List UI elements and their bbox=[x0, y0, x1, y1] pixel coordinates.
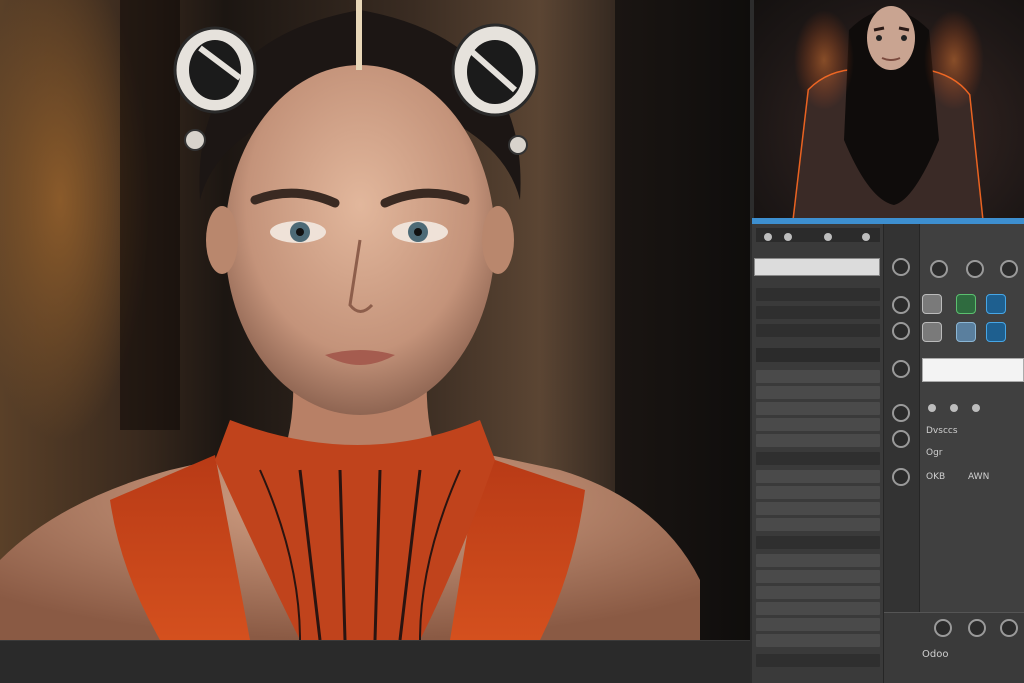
list-item[interactable] bbox=[756, 324, 880, 337]
list-item[interactable] bbox=[756, 470, 880, 483]
list-item[interactable] bbox=[756, 518, 880, 531]
list-item[interactable] bbox=[756, 586, 880, 599]
layers-panel bbox=[752, 224, 884, 683]
circle-button-icon[interactable] bbox=[824, 233, 832, 241]
circle-button-icon[interactable] bbox=[930, 260, 948, 278]
list-item[interactable] bbox=[756, 618, 880, 631]
circle-button-icon[interactable] bbox=[784, 233, 792, 241]
list-item[interactable] bbox=[756, 434, 880, 447]
square-tool-icon[interactable] bbox=[986, 294, 1006, 314]
status-label: Odoo bbox=[922, 649, 949, 660]
portrait-image bbox=[0, 0, 700, 640]
editor-window: Dvsccs Ogr OKB AWN Odoo bbox=[0, 0, 1024, 683]
list-item[interactable] bbox=[756, 306, 880, 319]
list-item[interactable] bbox=[756, 634, 880, 647]
list-item[interactable] bbox=[756, 452, 880, 465]
canvas-status-bar bbox=[0, 640, 750, 683]
preview-panel bbox=[754, 0, 1024, 218]
list-item[interactable] bbox=[756, 570, 880, 583]
list-item[interactable] bbox=[756, 418, 880, 431]
property-label: Ogr bbox=[926, 448, 943, 458]
circle-button-icon[interactable] bbox=[928, 404, 936, 412]
circle-button-icon[interactable] bbox=[972, 404, 980, 412]
circle-button-icon[interactable] bbox=[934, 619, 952, 637]
list-item[interactable] bbox=[756, 402, 880, 415]
square-tool-icon[interactable] bbox=[922, 294, 942, 314]
list-item[interactable] bbox=[756, 602, 880, 615]
list-item[interactable] bbox=[756, 288, 880, 301]
list-item[interactable] bbox=[756, 486, 880, 499]
square-tool-icon[interactable] bbox=[922, 322, 942, 342]
square-tool-icon[interactable] bbox=[956, 294, 976, 314]
circle-button-icon[interactable] bbox=[1000, 260, 1018, 278]
circle-button-icon[interactable] bbox=[892, 296, 910, 314]
list-item[interactable] bbox=[756, 554, 880, 567]
property-label: AWN bbox=[968, 472, 990, 482]
circle-button-icon[interactable] bbox=[892, 360, 910, 378]
list-item[interactable] bbox=[756, 370, 880, 383]
list-item[interactable] bbox=[756, 536, 880, 549]
circle-button-icon[interactable] bbox=[1000, 619, 1018, 637]
circle-button-icon[interactable] bbox=[950, 404, 958, 412]
list-item[interactable] bbox=[756, 654, 880, 667]
value-input[interactable] bbox=[922, 358, 1024, 382]
search-field[interactable] bbox=[754, 258, 880, 276]
preview-image bbox=[792, 6, 984, 218]
circle-button-icon[interactable] bbox=[892, 468, 910, 486]
circle-button-icon[interactable] bbox=[862, 233, 870, 241]
circle-button-icon[interactable] bbox=[764, 233, 772, 241]
property-label: OKB bbox=[926, 472, 946, 482]
bottom-controls: Odoo bbox=[884, 612, 1024, 683]
square-tool-icon[interactable] bbox=[956, 322, 976, 342]
main-canvas[interactable] bbox=[0, 0, 750, 640]
circle-button-icon[interactable] bbox=[968, 619, 986, 637]
panel-header bbox=[756, 348, 880, 362]
circle-button-icon[interactable] bbox=[966, 260, 984, 278]
circle-button-icon[interactable] bbox=[892, 322, 910, 340]
list-item[interactable] bbox=[756, 502, 880, 515]
circle-button-icon[interactable] bbox=[892, 258, 910, 276]
list-item[interactable] bbox=[756, 386, 880, 399]
circle-button-icon[interactable] bbox=[892, 430, 910, 448]
property-label: Dvsccs bbox=[926, 426, 958, 436]
square-tool-icon[interactable] bbox=[986, 322, 1006, 342]
circle-button-icon[interactable] bbox=[892, 404, 910, 422]
